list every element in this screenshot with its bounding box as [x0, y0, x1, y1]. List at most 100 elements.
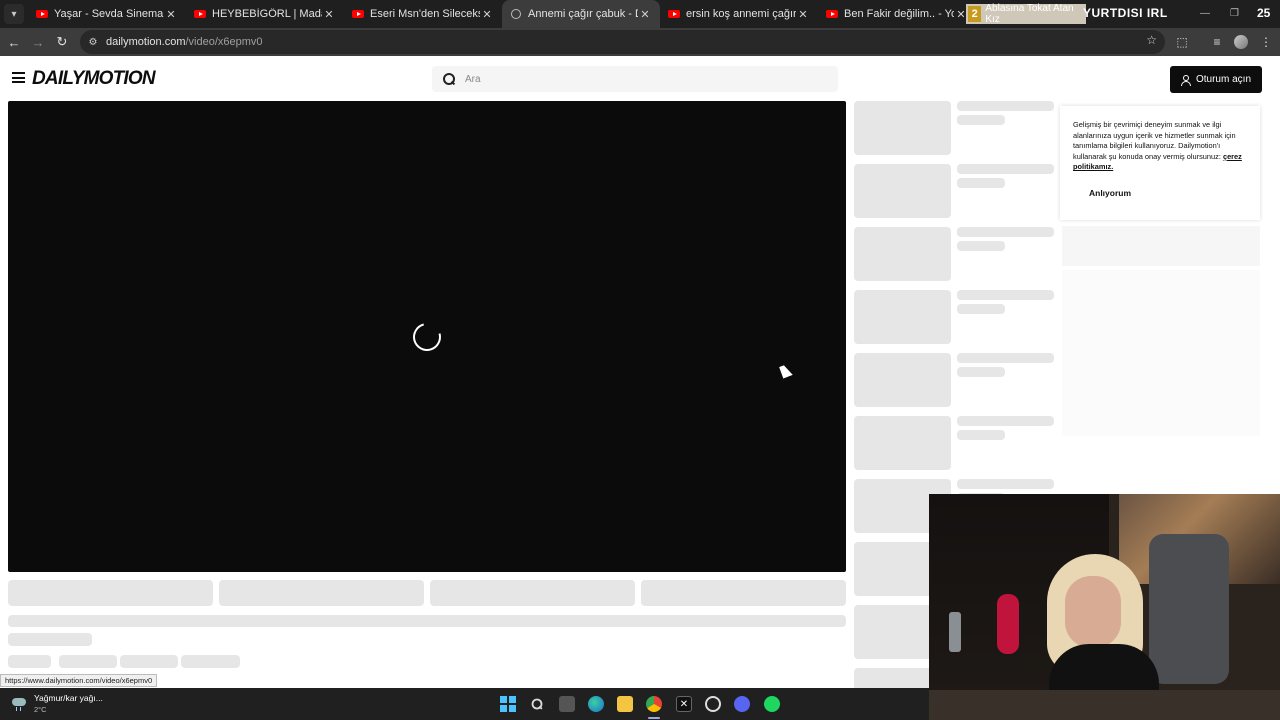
forward-button[interactable]: →	[26, 30, 50, 54]
skeleton-thumbnail	[854, 101, 951, 155]
weather-icon[interactable]	[12, 695, 28, 711]
active-app-indicator	[648, 717, 660, 719]
skeleton-subtitle	[8, 633, 92, 646]
screen: ▾ Yaşar - Sevda Sinemalarda - Yo✕HEYBEBİ…	[0, 0, 1280, 720]
back-button[interactable]: ←	[2, 30, 26, 54]
overlay-tab-label: Ablasına Tokat Atan Kız	[985, 3, 1074, 25]
reload-icon: ↻	[56, 34, 68, 49]
file-explorer-icon[interactable]	[617, 696, 633, 712]
user-icon	[1180, 74, 1191, 86]
edge-icon[interactable]	[588, 696, 604, 712]
video-player[interactable]	[8, 101, 846, 572]
webcam-overlay	[929, 494, 1280, 720]
browser-tab[interactable]: Annemi çağır çabuk - Dailymot✕	[502, 0, 660, 28]
restore-icon[interactable]: ❐	[1230, 8, 1239, 19]
dailymotion-logo[interactable]: DAILYMOTION	[32, 68, 156, 90]
tab-search-button[interactable]: ▾	[4, 4, 24, 24]
address-bar[interactable]: ⚙ dailymotion.com/video/x6epmv0 ☆	[80, 30, 1165, 54]
minimize-icon[interactable]: —	[1200, 8, 1210, 19]
ad-placeholder	[1062, 226, 1260, 266]
browser-tab[interactable]: Ben Fakir değilim.. - YouTube✕	[818, 0, 976, 28]
skeleton-title	[8, 615, 846, 627]
search-icon[interactable]	[443, 73, 455, 85]
skeleton-chip	[8, 655, 51, 668]
windows-taskbar: Yağmur/kar yağı... 2°C ✕	[0, 688, 929, 720]
skeleton-tab	[8, 580, 213, 606]
skeleton-thumbnail	[854, 353, 951, 407]
signin-button[interactable]: Oturum açın	[1170, 66, 1262, 93]
skeleton-chip	[59, 655, 117, 668]
tab-label: HEYBEBİGÖRL | Madara Olduk (	[212, 8, 322, 20]
close-icon[interactable]: ✕	[322, 8, 336, 21]
stream-overlay-banner: 2 Ablasına Tokat Atan Kız	[966, 3, 1086, 25]
skeleton-line	[957, 416, 1054, 426]
chevron-down-icon: ▾	[11, 8, 17, 20]
skeleton-thumbnail	[854, 227, 951, 281]
x-app-icon[interactable]: ✕	[676, 696, 692, 712]
tab-list: Yaşar - Sevda Sinemalarda - Yo✕HEYBEBİGÖ…	[28, 0, 976, 28]
url-domain: dailymotion.com	[106, 36, 186, 48]
close-icon[interactable]: ✕	[480, 8, 494, 21]
dailymotion-icon	[510, 8, 522, 20]
skeleton-thumbnail	[854, 290, 951, 344]
cookie-consent-panel: Gelişmiş bir çevrimiçi deneyim sunmak ve…	[1060, 106, 1260, 220]
url-text: dailymotion.com/video/x6epmv0	[106, 36, 263, 48]
weather-description[interactable]: Yağmur/kar yağı...	[34, 693, 103, 703]
youtube-icon	[668, 8, 680, 20]
tab-label: ersin koş annemi çağır - YouTu	[686, 8, 796, 20]
browser-tab[interactable]: HEYBEBİGÖRL | Madara Olduk (✕	[186, 0, 344, 28]
site-info-icon[interactable]: ⚙	[84, 33, 102, 51]
tab-label: Yaşar - Sevda Sinemalarda - Yo	[54, 8, 164, 20]
tab-label: Annemi çağır çabuk - Dailymot	[528, 8, 638, 20]
task-view-icon[interactable]	[559, 696, 575, 712]
menu-kebab-icon[interactable]: ⋮	[1254, 30, 1278, 54]
skeleton-line	[957, 115, 1005, 125]
stream-overlay-number: 25	[1257, 6, 1271, 20]
reload-button[interactable]: ↻	[50, 30, 74, 54]
skeleton-chip	[120, 655, 178, 668]
browser-tab[interactable]: Eseri Msn'den Silecek­sin! - Y✕	[344, 0, 502, 28]
skeleton-line	[957, 290, 1054, 300]
cookie-accept-button[interactable]: Anlıyorum	[1074, 184, 1146, 202]
skeleton-tab	[641, 580, 846, 606]
loading-spinner-icon	[407, 317, 447, 357]
url-path: /video/x6epmv0	[185, 36, 263, 48]
close-icon[interactable]: ✕	[164, 8, 178, 21]
weather-temperature: 2°C	[34, 705, 47, 714]
skeleton-line	[957, 353, 1054, 363]
search-icon[interactable]	[529, 696, 545, 712]
youtube-icon	[352, 8, 364, 20]
stream-overlay-title: YURTDISI IRL	[1083, 6, 1168, 20]
media-control-icon[interactable]: ≡	[1205, 30, 1229, 54]
skeleton-line	[957, 430, 1005, 440]
arrow-left-icon: ←	[7, 34, 21, 50]
search-input[interactable]	[465, 73, 805, 85]
extensions-icon[interactable]: ⬚	[1170, 30, 1194, 54]
skeleton-tab	[219, 580, 424, 606]
signin-label: Oturum açın	[1195, 74, 1252, 85]
spotify-icon[interactable]	[764, 696, 780, 712]
recorder-icon[interactable]	[705, 696, 721, 712]
skeleton-thumbnail	[854, 416, 951, 470]
close-icon[interactable]: ✕	[638, 8, 652, 21]
hamburger-menu-icon[interactable]	[12, 72, 25, 83]
close-icon[interactable]: ✕	[796, 8, 810, 21]
search-bar[interactable]	[432, 66, 838, 92]
skeleton-line	[957, 479, 1054, 489]
site-header: DAILYMOTION Oturum açın	[0, 56, 1280, 100]
profile-avatar[interactable]	[1229, 30, 1253, 54]
discord-icon[interactable]	[734, 696, 750, 712]
browser-tab[interactable]: ersin koş annemi çağır - YouTu✕	[660, 0, 818, 28]
browser-toolbar: ← → ↻ ⚙ dailymotion.com/video/x6epmv0 ☆ …	[0, 28, 1280, 56]
browser-tab[interactable]: Yaşar - Sevda Sinemalarda - Yo✕	[28, 0, 186, 28]
skeleton-line	[957, 304, 1005, 314]
skeleton-line	[957, 101, 1054, 111]
chrome-icon[interactable]	[646, 696, 662, 712]
start-icon[interactable]	[500, 696, 516, 712]
skeleton-line	[957, 241, 1005, 251]
avatar	[1234, 35, 1248, 49]
status-url-tooltip: https://www.dailymotion.com/video/x6epmv…	[0, 674, 158, 687]
skeleton-line	[957, 367, 1005, 377]
bookmark-star-icon[interactable]: ☆	[1146, 33, 1157, 47]
arrow-right-icon: →	[31, 34, 45, 50]
